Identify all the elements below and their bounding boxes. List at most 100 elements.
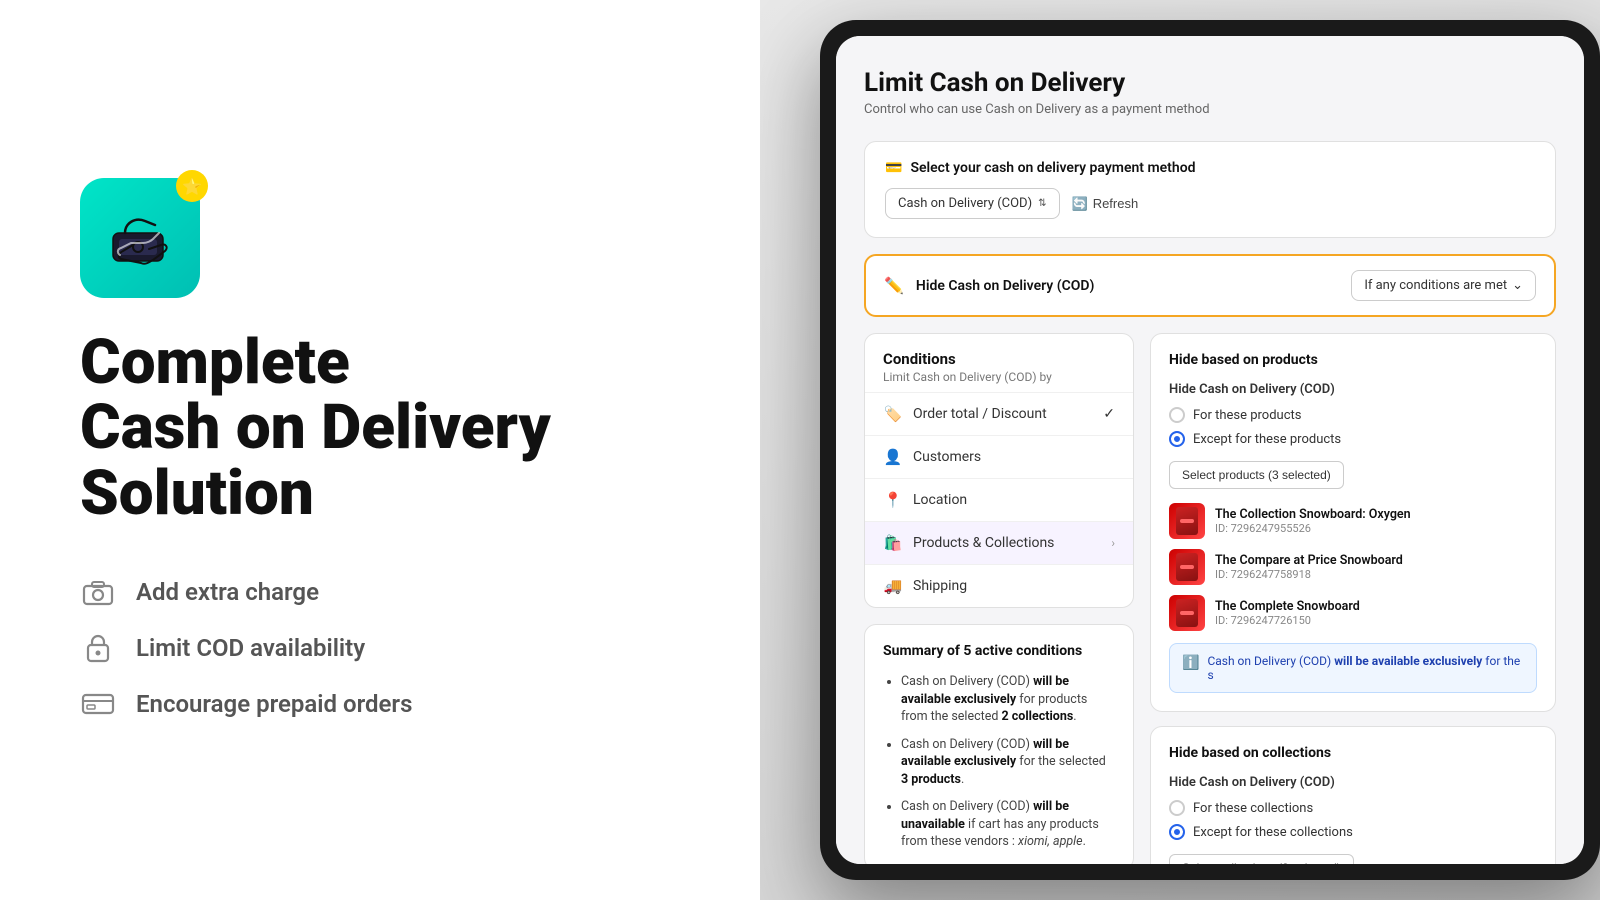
headline: CompleteCash on DeliverySolution <box>80 330 680 525</box>
select-payment-card: 💳 Select your cash on delivery payment m… <box>864 141 1556 238</box>
product-id-1: ID: 7296247955526 <box>1215 522 1537 535</box>
condition-label-customers: Customers <box>913 449 1115 465</box>
product-thumb-2 <box>1169 549 1205 585</box>
right-panel: Limit Cash on Delivery Control who can u… <box>760 0 1600 900</box>
summary-title: Summary of 5 active conditions <box>883 643 1115 659</box>
select-collections-button[interactable]: Select collections (2 selected) <box>1169 854 1354 864</box>
select-method-row: Cash on Delivery (COD) ⇅ 🔄 Refresh <box>885 188 1535 219</box>
product-list: The Collection Snowboard: Oxygen ID: 729… <box>1169 503 1537 631</box>
radio-except-label: Except for these products <box>1193 432 1341 447</box>
tablet-screen: Limit Cash on Delivery Control who can u… <box>836 36 1584 864</box>
collections-card-title: Hide based on collections <box>1169 745 1537 761</box>
payment-method-value: Cash on Delivery (COD) <box>898 196 1032 211</box>
location-icon: 📍 <box>883 491 903 509</box>
product-info-1: The Collection Snowboard: Oxygen ID: 729… <box>1215 507 1537 535</box>
refresh-button[interactable]: 🔄 Refresh <box>1072 196 1139 212</box>
condition-dropdown-value: If any conditions are met <box>1364 278 1507 293</box>
collections-radio-group: For these collections Except for these c… <box>1169 800 1537 840</box>
product-item-1: The Collection Snowboard: Oxygen ID: 729… <box>1169 503 1537 539</box>
product-item-2: The Compare at Price Snowboard ID: 72962… <box>1169 549 1537 585</box>
tag-icon: 🏷️ <box>883 405 903 423</box>
feature-text-prepaid: Encourage prepaid orders <box>136 690 412 718</box>
product-name-2: The Compare at Price Snowboard <box>1215 553 1537 568</box>
page-title: Limit Cash on Delivery <box>864 68 1556 98</box>
payment-method-dropdown[interactable]: Cash on Delivery (COD) ⇅ <box>885 188 1060 219</box>
feature-item-charge: Add extra charge <box>80 574 680 610</box>
feature-text-charge: Add extra charge <box>136 578 319 606</box>
left-panel: ⭐ CompleteCash on DeliverySolution Add e… <box>0 0 760 900</box>
refresh-icon: 🔄 <box>1072 196 1088 212</box>
hide-collections-card: Hide based on collections Hide Cash on D… <box>1150 726 1556 864</box>
product-name-1: The Collection Snowboard: Oxygen <box>1215 507 1537 522</box>
radio-for-products[interactable]: For these products <box>1169 407 1537 423</box>
col-left: Conditions Limit Cash on Delivery (COD) … <box>864 333 1134 864</box>
check-icon: ✓ <box>1103 406 1115 422</box>
chevron-down-icon: ⌄ <box>1512 278 1523 293</box>
radio-circle-except-coll <box>1169 824 1185 840</box>
summary-list: Cash on Delivery (COD) will be available… <box>883 673 1115 851</box>
condition-label-order-total: Order total / Discount <box>913 406 1093 422</box>
products-card-title: Hide based on products <box>1169 352 1537 368</box>
select-method-label: Select your cash on delivery payment met… <box>910 160 1195 176</box>
star-badge: ⭐ <box>176 170 208 202</box>
radio-circle-except <box>1169 431 1185 447</box>
condition-item-customers[interactable]: 👤 Customers <box>865 435 1133 478</box>
hide-icon: ✏️ <box>884 276 904 295</box>
feature-item-limit: Limit COD availability <box>80 630 680 666</box>
payment-icon: 💳 <box>885 160 902 176</box>
condition-label-products-collections: Products & Collections <box>913 535 1101 551</box>
feature-text-limit: Limit COD availability <box>136 634 365 662</box>
tablet-mockup: Limit Cash on Delivery Control who can u… <box>820 20 1600 880</box>
lock-icon <box>80 630 116 666</box>
app-icon-wrapper: ⭐ <box>80 178 200 298</box>
refresh-label: Refresh <box>1093 196 1139 211</box>
chevron-right-icon: › <box>1111 536 1115 550</box>
info-text: Cash on Delivery (COD) will be available… <box>1207 654 1524 682</box>
user-icon: 👤 <box>883 448 903 466</box>
conditions-subtitle: Limit Cash on Delivery (COD) by <box>883 370 1115 384</box>
hide-cod-banner: ✏️ Hide Cash on Delivery (COD) If any co… <box>864 254 1556 317</box>
product-info-2: The Compare at Price Snowboard ID: 72962… <box>1215 553 1537 581</box>
col-right: Hide based on products Hide Cash on Deli… <box>1150 333 1556 864</box>
card-icon <box>80 686 116 722</box>
product-thumb-1 <box>1169 503 1205 539</box>
condition-item-shipping[interactable]: 🚚 Shipping <box>865 564 1133 607</box>
radio-except-collections[interactable]: Except for these collections <box>1169 824 1537 840</box>
summary-card: Summary of 5 active conditions Cash on D… <box>864 624 1134 864</box>
chevron-up-down-icon: ⇅ <box>1038 198 1046 209</box>
radio-for-collections[interactable]: For these collections <box>1169 800 1537 816</box>
two-col-layout: Conditions Limit Cash on Delivery (COD) … <box>864 333 1556 864</box>
condition-dropdown[interactable]: If any conditions are met ⌄ <box>1351 270 1536 301</box>
product-id-3: ID: 7296247726150 <box>1215 614 1537 627</box>
condition-label-location: Location <box>913 492 1115 508</box>
condition-item-location[interactable]: 📍 Location <box>865 478 1133 521</box>
select-products-button[interactable]: Select products (3 selected) <box>1169 461 1344 489</box>
features-list: Add extra charge Limit COD availability <box>80 574 680 722</box>
summary-item-1: Cash on Delivery (COD) will be available… <box>901 673 1115 726</box>
condition-item-order-total[interactable]: 🏷️ Order total / Discount ✓ <box>865 392 1133 435</box>
radio-for-coll-label: For these collections <box>1193 801 1313 816</box>
hide-cod-label: Hide Cash on Delivery (COD) <box>916 278 1339 294</box>
condition-item-products-collections[interactable]: 🛍️ Products & Collections › <box>865 521 1133 564</box>
camera-icon <box>80 574 116 610</box>
products-sub-label: Hide Cash on Delivery (COD) <box>1169 382 1537 397</box>
product-id-2: ID: 7296247758918 <box>1215 568 1537 581</box>
product-name-3: The Complete Snowboard <box>1215 599 1537 614</box>
app-ui[interactable]: Limit Cash on Delivery Control who can u… <box>836 36 1584 864</box>
products-radio-group: For these products Except for these prod… <box>1169 407 1537 447</box>
select-method-header: 💳 Select your cash on delivery payment m… <box>885 160 1535 176</box>
radio-except-coll-label: Except for these collections <box>1193 825 1353 840</box>
hide-products-card: Hide based on products Hide Cash on Deli… <box>1150 333 1556 712</box>
conditions-card: Conditions Limit Cash on Delivery (COD) … <box>864 333 1134 608</box>
page-subtitle: Control who can use Cash on Delivery as … <box>864 102 1556 117</box>
product-info-3: The Complete Snowboard ID: 7296247726150 <box>1215 599 1537 627</box>
summary-item-3: Cash on Delivery (COD) will be unavailab… <box>901 798 1115 851</box>
radio-except-products[interactable]: Except for these products <box>1169 431 1537 447</box>
truck-icon: 🚚 <box>883 577 903 595</box>
collections-sub-label: Hide Cash on Delivery (COD) <box>1169 775 1537 790</box>
info-icon: ℹ️ <box>1182 655 1199 671</box>
product-thumb-3 <box>1169 595 1205 631</box>
conditions-title: Conditions <box>883 350 1115 368</box>
shopping-bag-icon: 🛍️ <box>883 534 903 552</box>
condition-label-shipping: Shipping <box>913 578 1115 594</box>
